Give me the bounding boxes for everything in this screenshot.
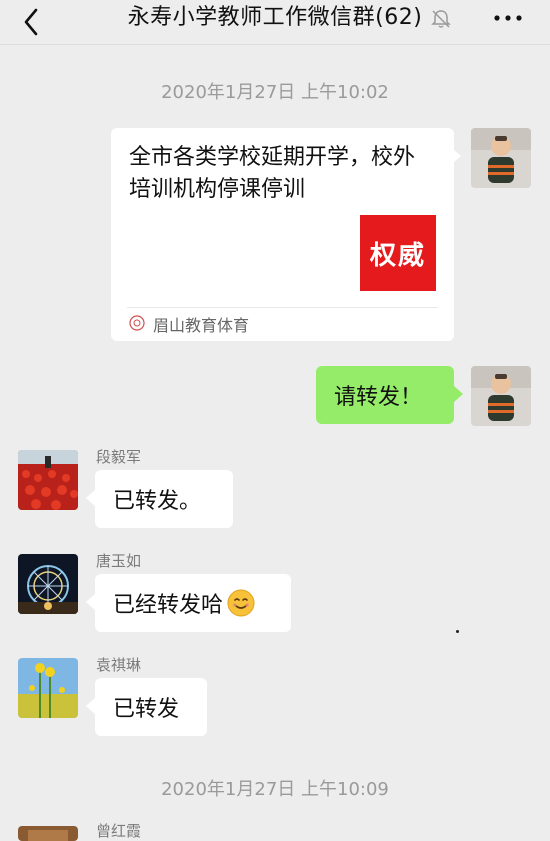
divider [127,307,438,308]
ferris-wheel-night-photo [18,554,78,614]
bubble-tail [86,698,95,714]
chat-title: 永寿小学教师工作微信群(62) [127,5,423,30]
card-source: 眉山教育体育 [153,316,250,335]
message-bubble[interactable]: 已转发。 [95,470,233,528]
bubble-tail [86,490,95,506]
bell-muted-icon [431,10,451,28]
message-text: 已经转发哈 [113,593,224,618]
message-text: 请转发！ [334,385,423,410]
sender-name: 唐玉如 [96,552,142,570]
toddler-photo [471,366,531,426]
avatar[interactable] [18,826,78,841]
smiling-face-emoji-icon [227,589,255,617]
message-bubble[interactable]: 请转发！ [316,366,454,424]
sender-name: 袁祺琳 [96,656,142,674]
message-bubble[interactable]: 已转发 [95,678,207,736]
bubble-tail [86,594,95,610]
yellow-flowers-photo [18,658,78,718]
link-card[interactable]: 全市各类学校延期开学，校外培训机构停课停训 权威 眉山教育体育 [111,128,454,341]
avatar[interactable] [18,554,78,614]
bubble-tail [454,386,463,402]
card-title: 全市各类学校延期开学，校外培训机构停课停训 [129,145,416,202]
message-text: 已转发 [113,697,180,722]
message-bubble[interactable]: 已经转发哈 [95,574,291,632]
toddler-photo [471,128,531,188]
avatar[interactable] [471,366,531,426]
card-thumbnail: 权威 [360,215,436,291]
avatar[interactable] [18,658,78,718]
timestamp: 2020年1月27日 上午10:02 [161,82,389,103]
stray-dot [456,630,459,633]
ellipsis-icon[interactable] [492,9,524,27]
source-logo-icon [129,315,145,331]
timestamp: 2020年1月27日 上午10:09 [161,779,389,800]
sender-name: 曾红霞 [96,822,142,840]
avatar[interactable] [471,128,531,188]
top-bar: 永寿小学教师工作微信群(62) [0,0,550,45]
brown-photo [18,826,78,841]
message-text: 已转发。 [113,489,202,514]
red-tulips-photo [18,450,78,510]
sender-name: 段毅军 [96,448,142,466]
avatar[interactable] [18,450,78,510]
bubble-tail [452,148,461,164]
